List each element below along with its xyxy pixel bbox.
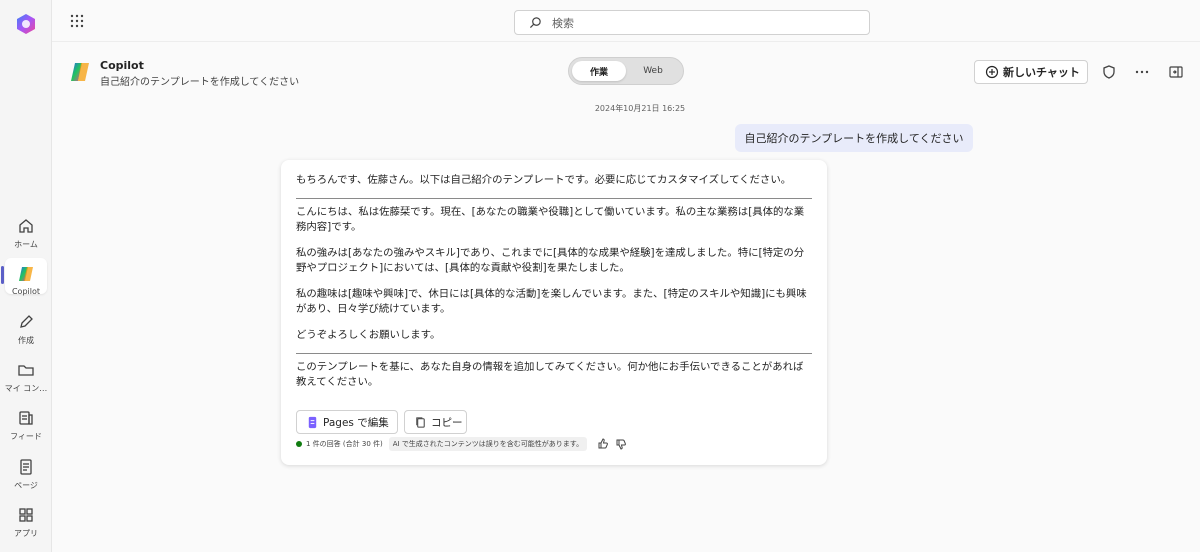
rail-item-pages[interactable]: ページ	[0, 455, 52, 499]
feed-icon	[19, 411, 33, 425]
edit-in-pages-label: Pages で編集	[323, 416, 389, 429]
rail-label: フィード	[10, 432, 42, 441]
response-meta: 1 件の回答 (合計 30 件) AI で生成されたコンテンツは誤りを含む可能性…	[296, 437, 627, 451]
search-icon	[529, 17, 541, 29]
search-input[interactable]: 検索	[514, 10, 870, 35]
app-rail: ホーム Copilot 作成 マイ コン… フィード ページ アプリ	[0, 0, 52, 552]
more-icon[interactable]	[1134, 64, 1150, 80]
reply-intro: もちろんです、佐藤さん。以下は自己紹介のテンプレートです。必要に応じてカスタマイ…	[296, 174, 792, 186]
ai-disclaimer: AI で生成されたコンテンツは誤りを含む可能性があります。	[388, 437, 588, 451]
copilot-logo-icon	[71, 63, 89, 81]
page-title: Copilot	[100, 59, 144, 72]
response-count[interactable]: 1 件の回答 (合計 30 件)	[306, 439, 383, 449]
m365-logo-icon[interactable]	[14, 12, 38, 36]
rail-label: Copilot	[11, 287, 41, 296]
app-launcher-icon[interactable]	[70, 14, 84, 28]
divider	[296, 198, 812, 199]
reply-paragraph: 私の趣味は[趣味や興味]で、休日には[具体的な活動]を楽しんでいます。また、[特…	[296, 288, 807, 315]
thumbs-up-icon[interactable]	[597, 438, 609, 450]
rail-label: ページ	[14, 481, 38, 490]
folder-icon	[18, 365, 34, 376]
new-chat-button[interactable]: 新しいチャット	[974, 60, 1088, 84]
timestamp: 2024年10月21日 16:25	[594, 104, 686, 113]
search-placeholder: 検索	[552, 16, 574, 30]
chat-header: Copilot 自己紹介のテンプレートを作成してください 作業 Web 新しいチ…	[52, 42, 1200, 100]
rail-label: アプリ	[14, 529, 38, 538]
work-web-toggle[interactable]: 作業 Web	[568, 57, 684, 85]
add-circle-icon	[985, 65, 999, 79]
rail-item-apps[interactable]: アプリ	[0, 503, 52, 547]
rail-item-my-content[interactable]: マイ コン…	[0, 358, 52, 402]
active-pill	[1, 266, 4, 284]
new-chat-label: 新しいチャット	[1003, 66, 1080, 79]
copy-label: コピー	[431, 416, 463, 429]
reply-paragraph: どうぞよろしくお願いします。	[296, 329, 441, 341]
status-dot	[296, 441, 302, 447]
edit-in-pages-button[interactable]: Pages で編集	[296, 410, 398, 434]
shield-icon[interactable]	[1101, 64, 1117, 80]
home-icon	[19, 219, 33, 233]
page-icon	[20, 459, 32, 475]
copilot-reply-card: もちろんです、佐藤さん。以下は自己紹介のテンプレートです。必要に応じてカスタマイ…	[281, 160, 827, 465]
toggle-web[interactable]: Web	[626, 61, 680, 81]
toggle-work[interactable]: 作業	[572, 61, 626, 81]
copilot-icon	[19, 267, 33, 281]
pages-icon	[308, 416, 317, 428]
chat-subtitle: 自己紹介のテンプレートを作成してください	[100, 77, 300, 88]
rail-item-home[interactable]: ホーム	[0, 214, 52, 258]
pen-icon	[20, 315, 33, 328]
rail-label: 作成	[18, 336, 34, 345]
copy-icon	[416, 416, 425, 428]
top-bar: 検索	[52, 0, 1200, 42]
rail-label: ホーム	[14, 240, 38, 249]
divider	[296, 353, 812, 354]
user-message: 自己紹介のテンプレートを作成してください	[735, 124, 973, 152]
reply-outro: このテンプレートを基に、あなた自身の情報を追加してみてください。何か他にお手伝い…	[296, 361, 804, 388]
copy-button[interactable]: コピー	[404, 410, 467, 434]
rail-item-create[interactable]: 作成	[0, 310, 52, 354]
side-panel-icon[interactable]	[1168, 64, 1184, 80]
rail-item-feed[interactable]: フィード	[0, 406, 52, 450]
reply-paragraph: 私の強みは[あなたの強みやスキル]であり、これまでに[具体的な成果や経験]を達成…	[296, 247, 805, 274]
rail-item-copilot[interactable]: Copilot	[0, 258, 52, 306]
reply-paragraph: こんにちは、私は佐藤栞です。現在、[あなたの職業や役職]として働いています。私の…	[296, 206, 805, 233]
thumbs-down-icon[interactable]	[615, 438, 627, 450]
apps-icon	[19, 508, 33, 522]
rail-label: マイ コン…	[4, 384, 48, 393]
